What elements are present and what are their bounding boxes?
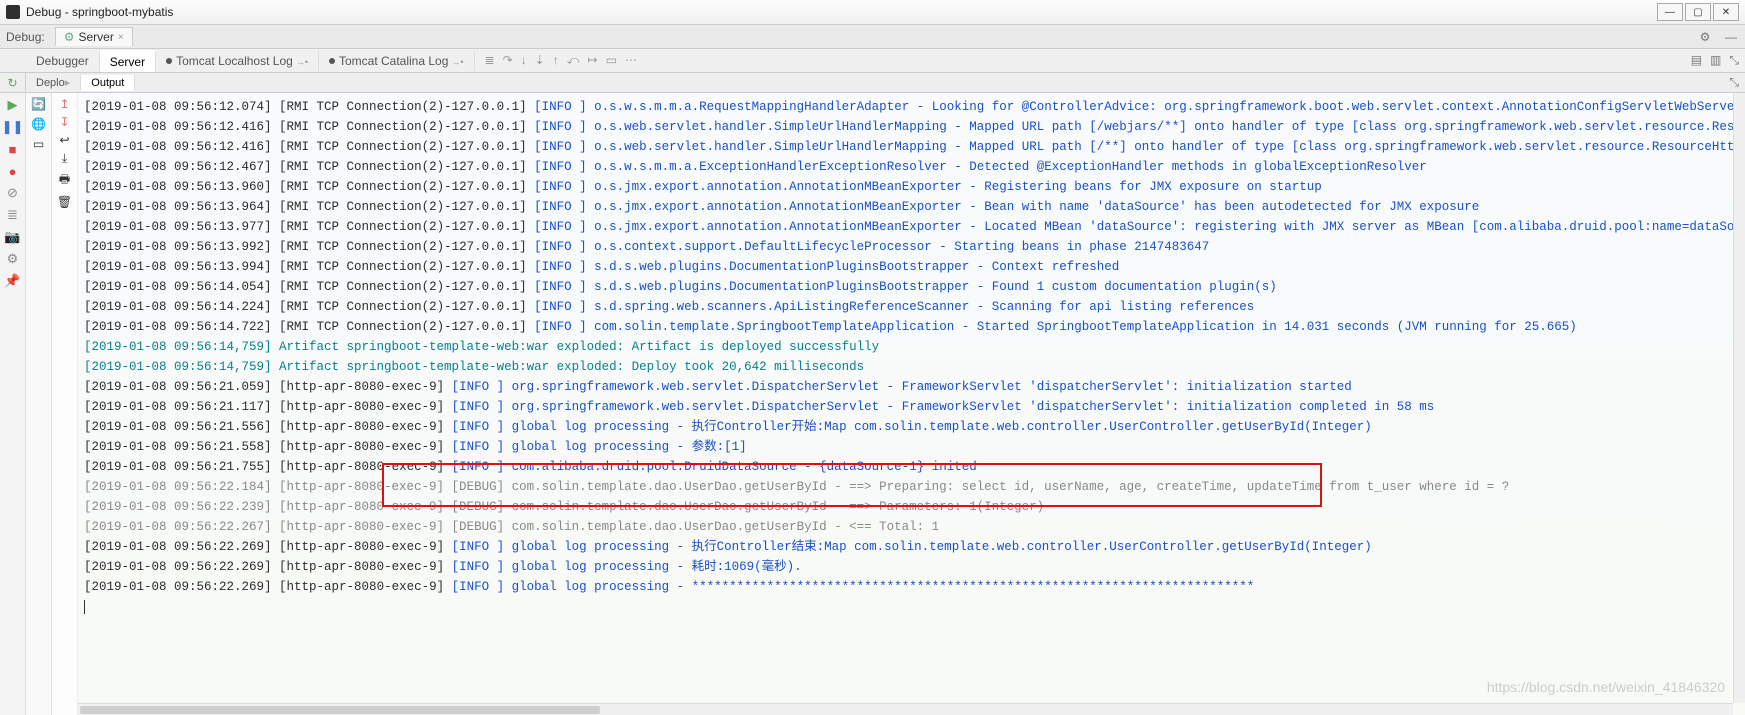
log-line: [2019-01-08 09:56:22.239] [http-apr-8080… [84,497,1739,517]
subtab-output[interactable]: Output [81,75,135,91]
log-line: [2019-01-08 09:56:21.556] [http-apr-8080… [84,417,1739,437]
run-to-cursor-icon[interactable]: ↦ [588,53,598,68]
log-line: [2019-01-08 09:56:22.269] [http-apr-8080… [84,557,1739,577]
tab-server[interactable]: Server [100,50,156,72]
stop-icon[interactable]: ■ [5,141,21,157]
breakpoints-icon[interactable]: ● [5,163,21,179]
log-line: [2019-01-08 09:56:22.267] [http-apr-8080… [84,517,1739,537]
log-line: [2019-01-08 09:56:13.994] [RMI TCP Conne… [84,257,1739,277]
run-gutter: ▶ ❚❚ ■ ● ⊘ ≣ 📷 ⚙ 📌 [0,93,26,715]
close-button[interactable]: ✕ [1713,3,1739,21]
subtab-deploy[interactable]: Deplo▸ [26,74,81,91]
app-icon [6,5,20,19]
scroll-thumb[interactable] [80,706,600,714]
more-icon[interactable]: ⋯ [625,53,637,68]
window-titlebar: Debug - springboot-mybatis — ▢ ✕ [0,0,1745,25]
log-line: [2019-01-08 09:56:13.992] [RMI TCP Conne… [84,237,1739,257]
log-line: [2019-01-08 09:56:12.416] [RMI TCP Conne… [84,117,1739,137]
console-toolbar-icons: ≣ ↷ ↓ ⇣ ↑ ⤺ ↦ ▭ ⋯ [475,53,647,68]
gear-icon: ⚙ [64,30,75,44]
server-config-tab[interactable]: ⚙ Server × [55,27,133,46]
open-browser-icon[interactable]: 🌐 [31,117,46,131]
clear-all-icon[interactable]: 🗑 [57,195,72,209]
subtabs-row: ↻ Deplo▸ Output ⤡ [0,73,1745,93]
artifact-icon[interactable]: ▭ [33,137,44,151]
tab-tomcat-localhost-log[interactable]: Tomcat Localhost Log→• [156,51,319,71]
debug-label: Debug: [6,30,45,44]
tab-debugger[interactable]: Debugger [26,51,100,71]
camera-icon[interactable]: 📷 [5,229,21,245]
print-icon[interactable]: 🖶 [59,170,70,191]
pause-icon[interactable]: ❚❚ [5,119,21,135]
log-line: [2019-01-08 09:56:21.558] [http-apr-8080… [84,437,1739,457]
rerun-icon[interactable]: ↻ [7,76,17,90]
soft-wrap-icon[interactable]: ↩ [59,133,69,147]
log-line: [2019-01-08 09:56:12.467] [RMI TCP Conne… [84,157,1739,177]
maximize-button[interactable]: ▢ [1685,3,1711,21]
debug-toolbar: Debug: ⚙ Server × ⚙ — [0,25,1745,49]
force-step-into-icon[interactable]: ⇣ [535,53,545,68]
step-over-icon[interactable]: ↷ [503,53,513,68]
console-output[interactable]: [2019-01-08 09:56:12.074] [RMI TCP Conne… [78,93,1745,715]
drop-frame-icon[interactable]: ⤺ [567,53,580,68]
console-tabs: Debugger Server Tomcat Localhost Log→• T… [0,49,1745,73]
log-line: [2019-01-08 09:56:14.722] [RMI TCP Conne… [84,317,1739,337]
settings2-icon[interactable]: ⚙ [5,251,21,267]
log-line: [2019-01-08 09:56:13.964] [RMI TCP Conne… [84,197,1739,217]
layout-icon[interactable]: ▤ [1691,53,1702,68]
minimize-button[interactable]: — [1657,3,1683,21]
server-label: Server [78,30,113,44]
mute-bp-icon[interactable]: ⊘ [5,185,21,201]
pin-icon[interactable]: 📌 [5,273,21,289]
columns-icon[interactable]: ▥ [1710,53,1721,68]
log-line: [2019-01-08 09:56:14.054] [RMI TCP Conne… [84,277,1739,297]
log-line: [2019-01-08 09:56:21.059] [http-apr-8080… [84,377,1739,397]
resume-icon[interactable]: ▶ [5,97,21,113]
watermark: https://blog.csdn.net/weixin_41846320 [1487,677,1725,697]
get-thread-dump-icon[interactable]: ≣ [5,207,21,223]
console-gutter: ↥ ↧ ↩ ⤓ 🖶 🗑 [52,93,78,715]
deploy-gutter: 🔄 🌐 ▭ [26,93,52,715]
log-line: [2019-01-08 09:56:22.184] [http-apr-8080… [84,477,1739,497]
vertical-scrollbar[interactable] [1733,93,1745,703]
log-line: [2019-01-08 09:56:22.269] [http-apr-8080… [84,577,1739,597]
settings-button[interactable]: ⚙ [1697,29,1713,45]
horizontal-scrollbar[interactable] [78,703,1733,715]
log-line: [2019-01-08 09:56:14,759] Artifact sprin… [84,337,1739,357]
rerun-gutter: ↻ [0,73,26,92]
step-out-icon[interactable]: ↑ [553,53,559,68]
scroll-to-end-icon[interactable]: ⤓ [62,151,67,166]
update-icon[interactable]: 🔄 [31,97,46,111]
log-line: [2019-01-08 09:56:21.117] [http-apr-8080… [84,397,1739,417]
step-into-icon[interactable]: ↓ [521,53,527,68]
log-line: [2019-01-08 09:56:12.074] [RMI TCP Conne… [84,97,1739,117]
log-line: [2019-01-08 09:56:21.755] [http-apr-8080… [84,457,1739,477]
scroll-start-icon[interactable]: ↥ [59,97,69,111]
restore-icon[interactable]: ⤡ [1729,53,1739,68]
subrow-restore-icon[interactable]: ⤡ [1729,75,1745,90]
tab-tomcat-catalina-log[interactable]: Tomcat Catalina Log→• [319,51,475,71]
scroll-end-icon[interactable]: ↧ [59,115,69,129]
eval-icon[interactable]: ▭ [606,53,617,68]
log-line: [2019-01-08 09:56:13.960] [RMI TCP Conne… [84,177,1739,197]
log-line: [2019-01-08 09:56:13.977] [RMI TCP Conne… [84,217,1739,237]
log-line: [2019-01-08 09:56:14,759] Artifact sprin… [84,357,1739,377]
threads-icon[interactable]: ≣ [485,53,495,68]
hide-button[interactable]: — [1723,29,1739,45]
close-icon[interactable]: × [118,32,124,43]
log-line: [2019-01-08 09:56:22.269] [http-apr-8080… [84,537,1739,557]
window-title: Debug - springboot-mybatis [26,5,1657,19]
main-panel: ▶ ❚❚ ■ ● ⊘ ≣ 📷 ⚙ 📌 🔄 🌐 ▭ ↥ ↧ ↩ ⤓ 🖶 🗑 [20… [0,93,1745,715]
log-line: [2019-01-08 09:56:12.416] [RMI TCP Conne… [84,137,1739,157]
log-line: [2019-01-08 09:56:14.224] [RMI TCP Conne… [84,297,1739,317]
